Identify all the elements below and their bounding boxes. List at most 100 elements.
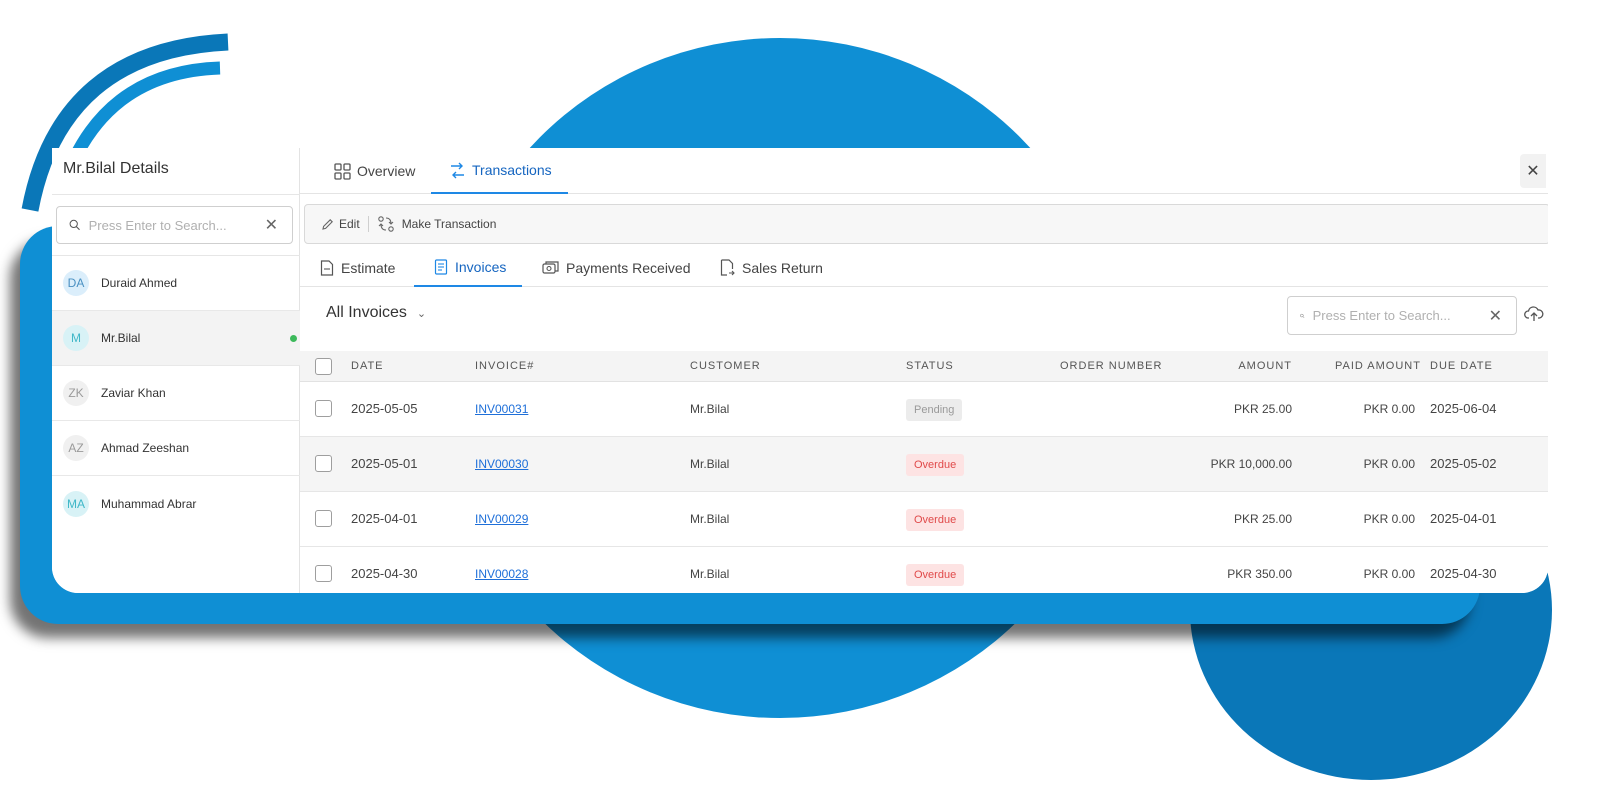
- cell-date: 2025-04-01: [351, 511, 418, 526]
- cell-due-date: 2025-04-30: [1430, 566, 1497, 581]
- table-row[interactable]: 2025-05-05 INV00031 Mr.Bilal Pending PKR…: [300, 382, 1548, 437]
- pencil-icon: [322, 218, 333, 230]
- status-badge: Overdue: [906, 564, 965, 586]
- customer-panel: Mr.Bilal Details ✕ DA Duraid Ahmed M Mr.…: [52, 148, 300, 593]
- customer-details-window: Mr.Bilal Details ✕ DA Duraid Ahmed M Mr.…: [52, 148, 1548, 593]
- column-header-customer[interactable]: CUSTOMER: [690, 351, 761, 382]
- transfer-icon: [451, 162, 464, 178]
- customer-item[interactable]: AZ Ahmad Zeeshan: [52, 421, 300, 476]
- invoice-search-input[interactable]: [1312, 308, 1489, 323]
- customer-item[interactable]: MA Muhammad Abrar: [52, 476, 300, 531]
- row-checkbox[interactable]: [315, 510, 332, 527]
- cell-amount: PKR 25.00: [1233, 402, 1292, 416]
- divider: [52, 194, 300, 195]
- main-tabs: Overview Transactions ✕: [300, 148, 1548, 194]
- invoice-link[interactable]: INV00030: [475, 457, 528, 471]
- avatar: MA: [63, 490, 89, 517]
- customer-item[interactable]: ZK Zaviar Khan: [52, 366, 300, 421]
- customer-search-box: ✕: [56, 206, 293, 244]
- row-checkbox[interactable]: [315, 455, 332, 472]
- status-badge: Overdue: [906, 454, 965, 476]
- cell-date: 2025-04-30: [351, 566, 418, 581]
- cell-paid-amount: PKR 0.00: [1363, 567, 1415, 581]
- tab-transactions[interactable]: Transactions: [431, 148, 568, 194]
- toolbar-divider: [367, 216, 369, 232]
- cell-amount: PKR 25.00: [1233, 512, 1292, 526]
- tab-payments-received[interactable]: Payments Received: [542, 248, 691, 287]
- cell-due-date: 2025-04-01: [1430, 511, 1497, 526]
- avatar: DA: [63, 270, 89, 296]
- customer-name: Ahmad Zeeshan: [101, 441, 190, 455]
- exchange-icon: [377, 216, 394, 232]
- column-header-paid-amount[interactable]: PAID AMOUNT: [1335, 351, 1421, 382]
- tab-invoices[interactable]: Invoices: [414, 248, 522, 287]
- column-header-invoice[interactable]: INVOICE#: [475, 351, 534, 382]
- row-checkbox[interactable]: [315, 565, 332, 582]
- column-header-amount[interactable]: AMOUNT: [1180, 351, 1292, 382]
- return-document-icon: [720, 259, 735, 276]
- close-button[interactable]: ✕: [1520, 154, 1546, 188]
- upload-cloud-icon[interactable]: [1524, 305, 1544, 322]
- panel-title: Mr.Bilal Details: [63, 160, 169, 177]
- customer-item-selected[interactable]: M Mr.Bilal: [52, 311, 300, 366]
- status-badge: Overdue: [906, 509, 965, 531]
- online-status-dot: [290, 335, 297, 342]
- chevron-down-icon: ⌄: [416, 307, 427, 320]
- cell-amount: PKR 350.00: [1227, 567, 1292, 581]
- customer-search-input[interactable]: [88, 217, 265, 233]
- tab-estimate[interactable]: Estimate: [320, 248, 395, 287]
- clear-search-icon[interactable]: ✕: [1489, 306, 1502, 326]
- tab-sales-return[interactable]: Sales Return: [720, 248, 823, 287]
- cell-customer: Mr.Bilal: [690, 402, 730, 416]
- avatar: M: [63, 325, 89, 351]
- table-header: DATE INVOICE# CUSTOMER STATUS ORDER NUMB…: [300, 351, 1548, 382]
- status-badge: Pending: [906, 399, 963, 421]
- avatar: ZK: [63, 380, 89, 406]
- cell-paid-amount: PKR 0.00: [1363, 457, 1415, 471]
- table-row[interactable]: 2025-04-30 INV00028 Mr.Bilal Overdue PKR…: [300, 547, 1548, 593]
- grid-icon: [334, 162, 351, 180]
- search-icon: [69, 219, 80, 231]
- edit-button[interactable]: Edit: [321, 217, 360, 231]
- cell-due-date: 2025-05-02: [1430, 456, 1497, 471]
- customer-name: Duraid Ahmed: [101, 276, 178, 290]
- invoice-filter-dropdown[interactable]: All Invoices ⌄: [326, 304, 426, 322]
- cell-customer: Mr.Bilal: [690, 512, 730, 526]
- tab-label: Payments Received: [566, 259, 691, 276]
- cell-paid-amount: PKR 0.00: [1363, 512, 1415, 526]
- column-header-date[interactable]: DATE: [351, 351, 384, 382]
- invoice-link[interactable]: INV00029: [475, 512, 528, 526]
- search-icon: [1300, 313, 1305, 318]
- table-row[interactable]: 2025-05-01 INV00030 Mr.Bilal Overdue PKR…: [300, 437, 1548, 492]
- customer-list: DA Duraid Ahmed M Mr.Bilal ZK Zaviar Kha…: [52, 256, 300, 531]
- column-header-due-date[interactable]: DUE DATE: [1430, 351, 1493, 382]
- cash-icon: [542, 261, 559, 274]
- tab-label: Estimate: [341, 259, 396, 276]
- tab-label: Overview: [357, 163, 416, 179]
- make-transaction-button[interactable]: Make Transaction: [377, 215, 496, 233]
- invoice-link[interactable]: INV00028: [475, 567, 528, 581]
- transactions-panel: Overview Transactions ✕ Edit Make Transa…: [300, 148, 1548, 593]
- select-all-checkbox[interactable]: [315, 358, 332, 375]
- column-header-status[interactable]: STATUS: [906, 351, 954, 382]
- document-icon: [320, 259, 334, 276]
- filter-label: All Invoices: [326, 304, 407, 321]
- invoice-link[interactable]: INV00031: [475, 402, 528, 416]
- invoice-search-box: ✕: [1287, 296, 1517, 335]
- avatar: AZ: [63, 435, 89, 461]
- close-icon: ✕: [1526, 163, 1540, 180]
- row-checkbox[interactable]: [315, 400, 332, 417]
- cell-paid-amount: PKR 0.00: [1363, 402, 1415, 416]
- customer-item[interactable]: DA Duraid Ahmed: [52, 256, 300, 311]
- clear-search-icon[interactable]: ✕: [265, 215, 278, 235]
- customer-name: Muhammad Abrar: [101, 496, 197, 511]
- table-row[interactable]: 2025-04-01 INV00029 Mr.Bilal Overdue PKR…: [300, 492, 1548, 547]
- toolbar: Edit Make Transaction: [304, 204, 1548, 244]
- cell-date: 2025-05-05: [351, 401, 418, 416]
- column-header-order-number[interactable]: ORDER NUMBER: [1060, 351, 1162, 382]
- cell-due-date: 2025-06-04: [1430, 401, 1497, 416]
- edit-label: Edit: [339, 217, 360, 231]
- cell-customer: Mr.Bilal: [690, 567, 730, 581]
- tab-label: Transactions: [472, 162, 552, 178]
- tab-overview[interactable]: Overview: [334, 148, 430, 194]
